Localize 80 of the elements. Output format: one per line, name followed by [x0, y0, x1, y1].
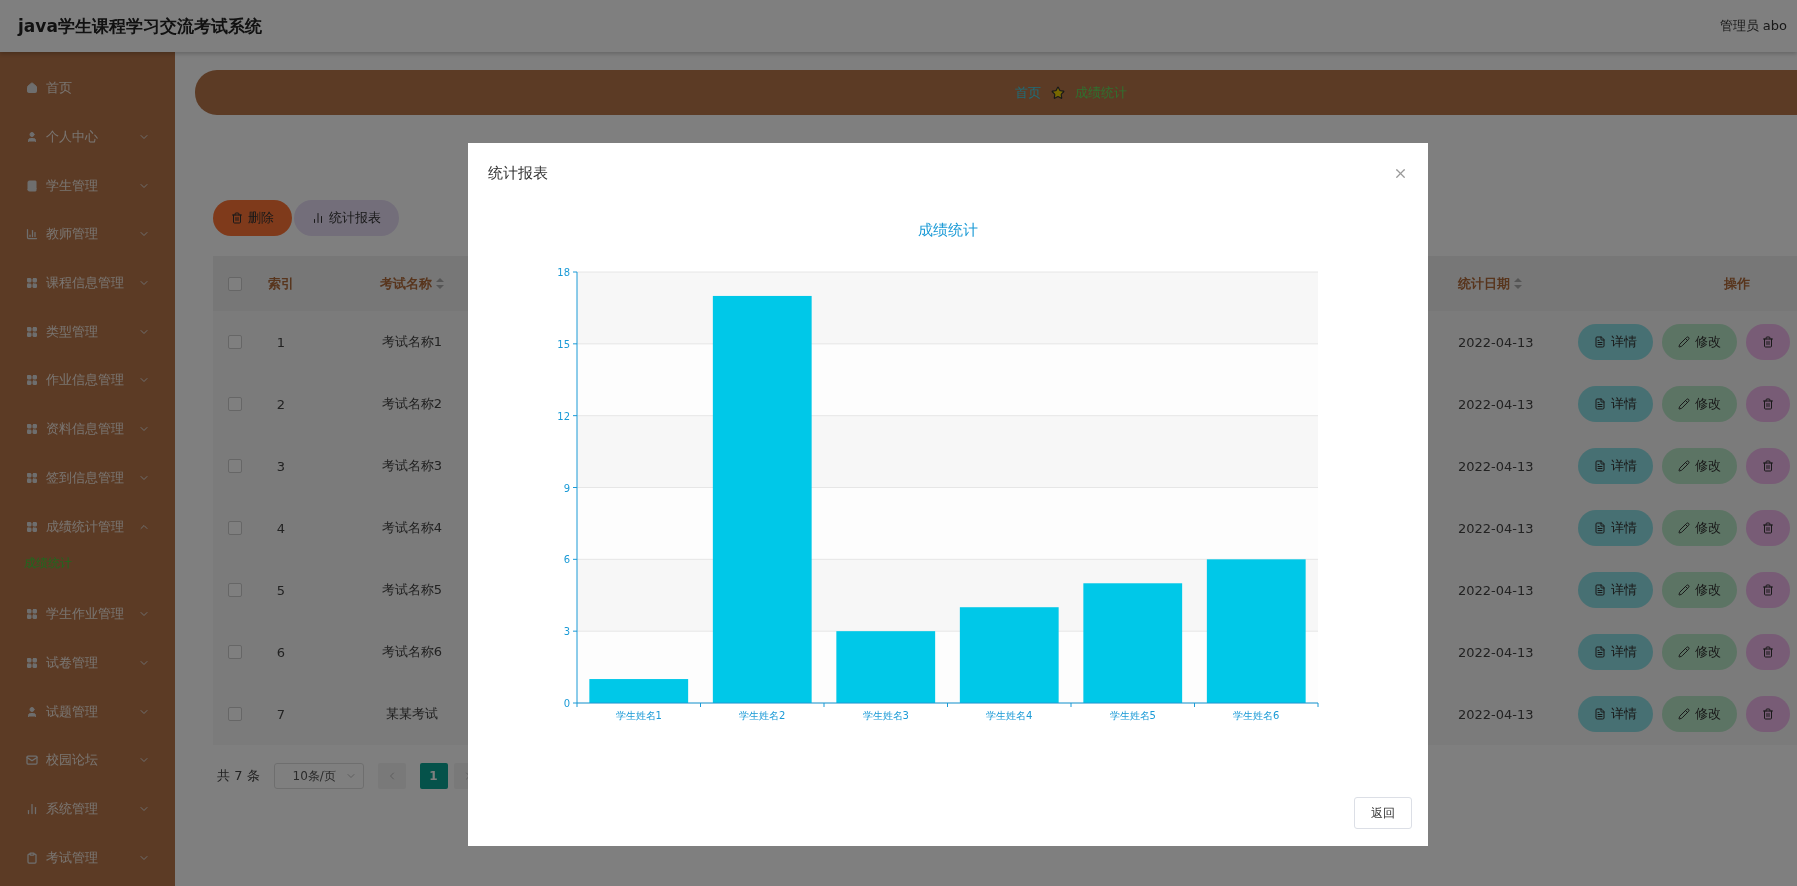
table-cell: 4: [276, 520, 286, 536]
axis-label: 3: [563, 626, 570, 638]
sidebar-item[interactable]: 试卷管理: [0, 638, 175, 688]
page-size-select[interactable]: 10条/页: [273, 763, 364, 789]
detail-button[interactable]: 详情: [1578, 696, 1653, 732]
detail-button[interactable]: 详情: [1578, 510, 1653, 546]
axis-label: 15: [557, 338, 570, 350]
detail-button[interactable]: 详情: [1578, 634, 1653, 670]
table-cell: 6: [276, 644, 286, 660]
table-cell: 某某考试: [386, 705, 438, 723]
total-count: 共 7 条: [217, 767, 260, 785]
sidebar-item[interactable]: 试题管理: [0, 687, 175, 736]
back-button[interactable]: 返回: [1354, 797, 1412, 829]
page-button[interactable]: 1: [419, 763, 448, 789]
detail-button[interactable]: 详情: [1578, 448, 1653, 484]
sidebar-item[interactable]: 教师管理: [0, 210, 175, 259]
column-header: 操作: [1724, 274, 1750, 293]
table-cell: 考试名称1: [381, 333, 443, 351]
table-cell: 2022-04-13: [1458, 582, 1534, 598]
edit-button[interactable]: 修改: [1662, 634, 1737, 670]
table-cell: 3: [276, 458, 286, 474]
sidebar-item[interactable]: 签到信息管理: [0, 453, 175, 503]
chart-title: 成绩统计: [918, 221, 978, 239]
breadcrumb-link[interactable]: 首页: [1015, 83, 1041, 102]
table-cell: 考试名称6: [381, 643, 443, 661]
detail-button[interactable]: 详情: [1578, 324, 1653, 360]
delete-button[interactable]: 删除: [213, 200, 292, 236]
column-header: 统计日期: [1458, 274, 1510, 293]
user-name[interactable]: 管理员 abo: [1719, 17, 1787, 35]
axis-label: 12: [557, 410, 570, 422]
app-title: java学生课程学习交流考试系统: [18, 14, 262, 38]
edit-button[interactable]: 修改: [1662, 386, 1737, 422]
sidebar-subitem[interactable]: 成绩统计: [0, 550, 175, 590]
table-cell: 考试名称3: [381, 457, 443, 475]
axis-label: 学生姓名2: [739, 710, 786, 721]
axis-label: 学生姓名4: [986, 710, 1033, 721]
sidebar-item[interactable]: 系统管理: [0, 784, 175, 834]
edit-button[interactable]: 修改: [1662, 572, 1737, 608]
axis-label: 学生姓名6: [1233, 710, 1280, 721]
column-header: 索引: [268, 274, 294, 293]
axis-label: 学生姓名3: [862, 710, 909, 721]
sidebar-item[interactable]: 资料信息管理: [0, 404, 175, 454]
axis-label: 学生姓名5: [1109, 710, 1156, 721]
edit-button[interactable]: 修改: [1662, 448, 1737, 484]
report-button[interactable]: 统计报表: [294, 200, 399, 236]
axis-label: 6: [563, 554, 570, 566]
table-cell: 7: [276, 706, 286, 722]
edit-button[interactable]: 修改: [1662, 510, 1737, 546]
table-cell: 2022-04-13: [1458, 644, 1534, 660]
axis-label: 学生姓名1: [615, 710, 662, 721]
sidebar-item[interactable]: 学生管理: [0, 161, 175, 211]
table-cell: 考试名称5: [381, 581, 443, 599]
sidebar-item[interactable]: 考试管理: [0, 833, 175, 882]
table-cell: 2022-04-13: [1458, 396, 1534, 412]
sidebar-item[interactable]: 校园论坛: [0, 735, 175, 785]
table-cell: 考试名称4: [381, 519, 443, 537]
sidebar-item[interactable]: 课程信息管理: [0, 258, 175, 308]
dialog-title: 统计报表: [488, 163, 548, 183]
table-cell: 考试名称2: [381, 395, 443, 413]
axis-label: 0: [563, 698, 570, 709]
sidebar-item[interactable]: 作业信息管理: [0, 356, 175, 405]
table-cell: 2022-04-13: [1458, 706, 1534, 722]
edit-button[interactable]: 修改: [1662, 324, 1737, 360]
axis-label: 9: [563, 482, 570, 494]
detail-button[interactable]: 详情: [1578, 386, 1653, 422]
axis-label: 18: [557, 267, 570, 278]
column-header: 考试名称: [380, 274, 432, 293]
sidebar-item[interactable]: 学生作业管理: [0, 589, 175, 639]
table-cell: 5: [276, 582, 286, 598]
table-cell: 2022-04-13: [1458, 520, 1534, 536]
sidebar-item[interactable]: 首页: [0, 64, 175, 113]
table-cell: 2022-04-13: [1458, 334, 1534, 350]
table-cell: 2022-04-13: [1458, 458, 1534, 474]
sidebar-item[interactable]: 个人中心: [0, 112, 175, 162]
edit-button[interactable]: 修改: [1662, 696, 1737, 732]
table-cell: 2: [276, 396, 286, 412]
sidebar-item[interactable]: 类型管理: [0, 307, 175, 357]
sidebar-item[interactable]: 成绩统计管理: [0, 502, 175, 551]
table-cell: 1: [276, 334, 286, 350]
detail-button[interactable]: 详情: [1578, 572, 1653, 608]
